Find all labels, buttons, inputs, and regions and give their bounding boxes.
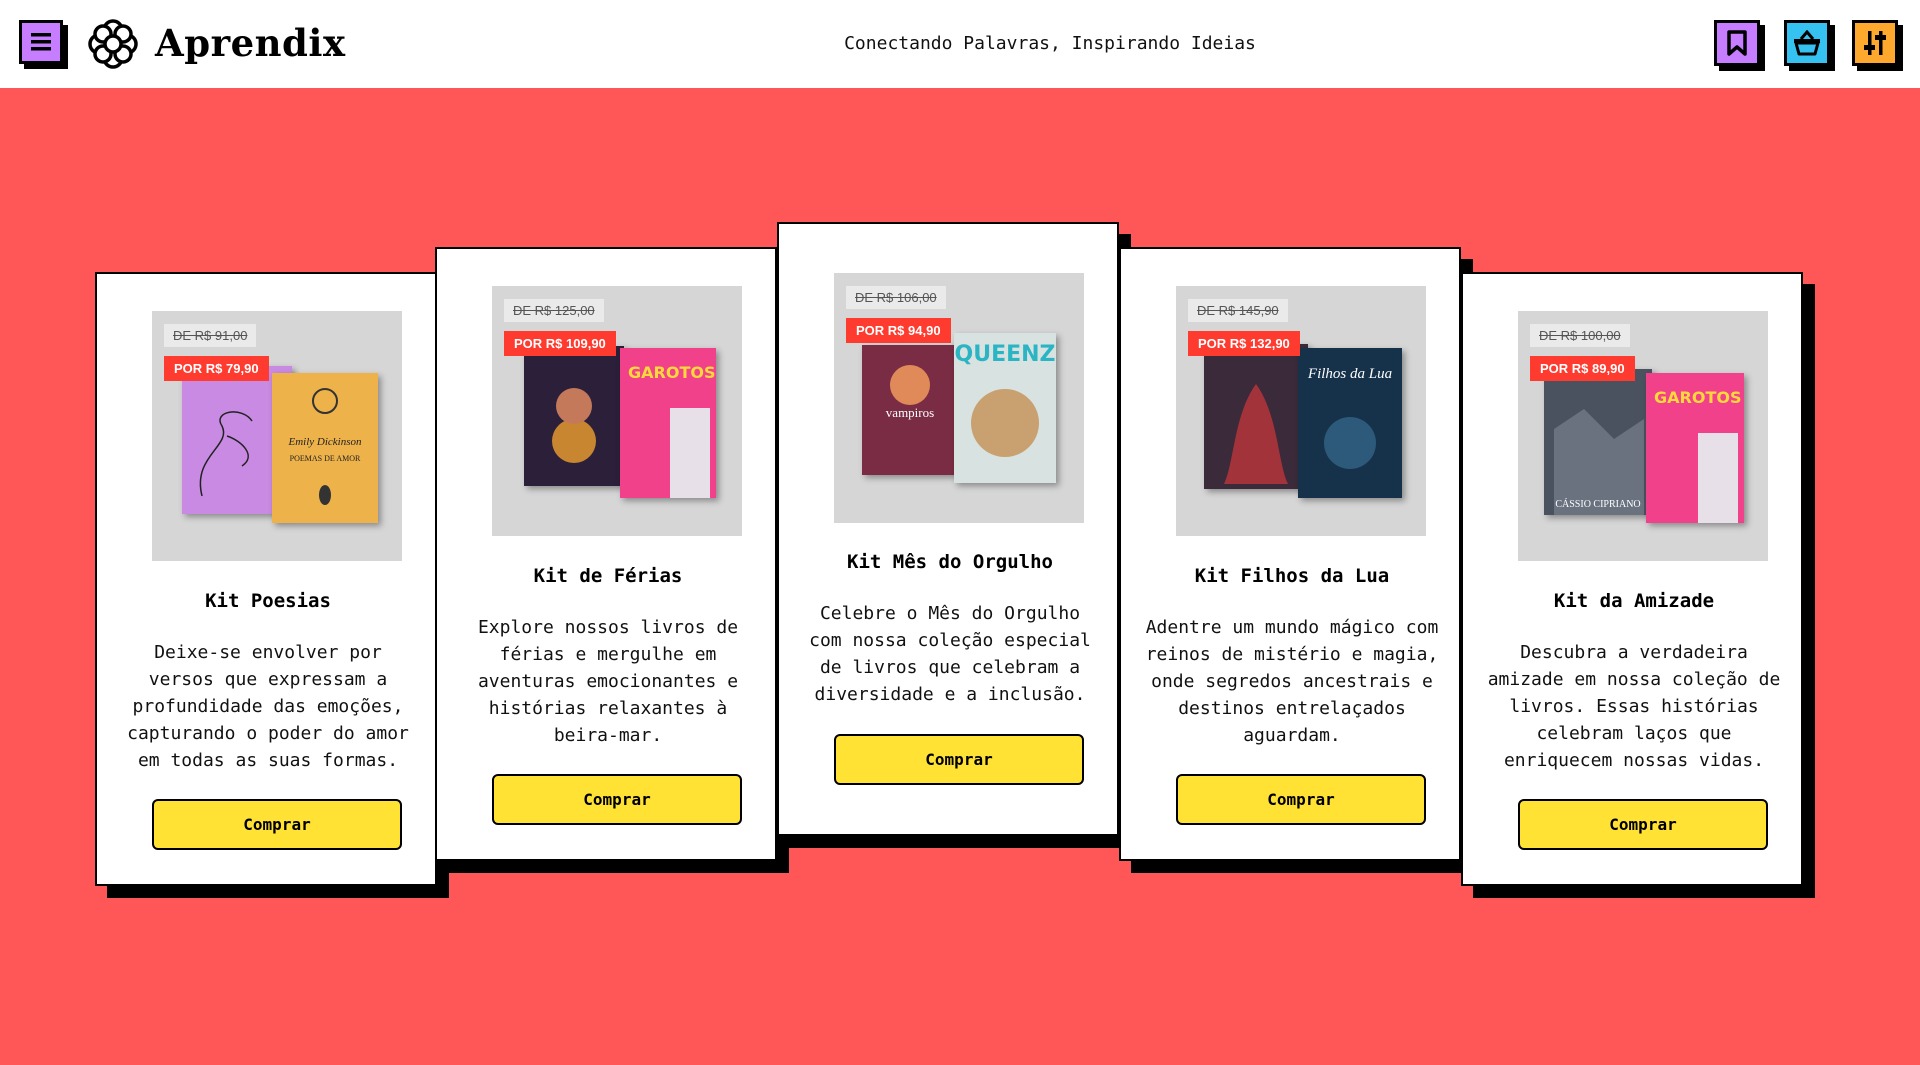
- card-description: Celebre o Mês do Orgulho com nossa coleç…: [809, 603, 1091, 705]
- product-cover[interactable]: Emily Dickinson POEMAS DE AMOR DE R$ 91,…: [152, 311, 402, 561]
- book-cover-image: Filhos da Lua: [1298, 348, 1402, 498]
- card-title: Kit Filhos da Lua: [1194, 565, 1390, 587]
- book-cover-image: vampiros: [862, 345, 958, 475]
- buy-button[interactable]: Comprar: [834, 734, 1084, 785]
- product-cover[interactable]: Filhos da Lua DE R$ 145,90 POR R$ 132,90: [1176, 286, 1426, 536]
- buy-button[interactable]: Comprar: [1176, 774, 1426, 825]
- card-title: Kit da Amizade: [1553, 590, 1715, 612]
- svg-text:Filhos da Lua: Filhos da Lua: [1307, 366, 1392, 382]
- tagline: Conectando Palavras, Inspirando Ideias: [844, 33, 1256, 54]
- svg-text:vampiros: vampiros: [886, 405, 934, 420]
- card-title: Kit de Férias: [533, 565, 683, 587]
- product-card-orgulho: vampiros QUEENZ DE R$ 106,00 POR R$ 94,9…: [777, 222, 1119, 836]
- book-cover-image: [1204, 344, 1308, 489]
- book-cover-image: Emily Dickinson POEMAS DE AMOR: [272, 373, 378, 523]
- card-description: Deixe-se envolver por versos que express…: [127, 642, 409, 771]
- buy-button[interactable]: Comprar: [492, 774, 742, 825]
- card-title: Kit Mês do Orgulho: [847, 551, 1053, 573]
- card-description: Descubra a verdadeira amizade em nossa c…: [1487, 642, 1781, 771]
- top-header: Aprendix Conectando Palavras, Inspirando…: [0, 0, 1920, 88]
- old-price: DE R$ 91,00: [164, 324, 257, 347]
- product-card-poesias: Emily Dickinson POEMAS DE AMOR DE R$ 91,…: [95, 272, 437, 886]
- bookmark-icon: [1727, 30, 1747, 56]
- sale-price-badge: POR R$ 132,90: [1188, 331, 1300, 356]
- sale-price-badge: POR R$ 89,90: [1530, 356, 1635, 381]
- card-description: Explore nossos livros de férias e mergul…: [477, 617, 739, 746]
- product-cover[interactable]: GAROTOS DE R$ 125,00 POR R$ 109,90: [492, 286, 742, 536]
- sale-price-badge: POR R$ 94,90: [846, 318, 951, 343]
- book-cover-image: [524, 346, 624, 486]
- basket-button[interactable]: [1784, 20, 1830, 66]
- settings-button[interactable]: [1852, 20, 1898, 66]
- book-cover-image: GAROTOS: [1646, 373, 1744, 523]
- basket-icon: [1794, 30, 1820, 56]
- svg-text:GAROTOS: GAROTOS: [1654, 388, 1741, 407]
- svg-text:CÁSSIO CIPRIANO: CÁSSIO CIPRIANO: [1555, 498, 1640, 510]
- buy-button[interactable]: Comprar: [1518, 799, 1768, 850]
- product-card-filhos-da-lua: Filhos da Lua DE R$ 145,90 POR R$ 132,90…: [1119, 247, 1461, 861]
- settings-icon: [1864, 31, 1886, 55]
- product-card-ferias: GAROTOS DE R$ 125,00 POR R$ 109,90 Kit d…: [435, 247, 777, 861]
- old-price: DE R$ 145,90: [1188, 299, 1288, 322]
- book-cover-image: GAROTOS: [620, 348, 716, 498]
- bookmark-button[interactable]: [1714, 20, 1760, 66]
- book-cover-image: CÁSSIO CIPRIANO: [1544, 369, 1652, 515]
- old-price: DE R$ 100,00: [1530, 324, 1630, 347]
- product-cover[interactable]: vampiros QUEENZ DE R$ 106,00 POR R$ 94,9…: [834, 273, 1084, 523]
- svg-text:POEMAS DE AMOR: POEMAS DE AMOR: [290, 454, 361, 463]
- svg-text:GAROTOS: GAROTOS: [628, 363, 715, 382]
- buy-button[interactable]: Comprar: [152, 799, 402, 850]
- product-cover[interactable]: CÁSSIO CIPRIANO GAROTOS DE R$ 100,00 POR…: [1518, 311, 1768, 561]
- card-description: Adentre um mundo mágico com reinos de mi…: [1145, 617, 1439, 746]
- old-price: DE R$ 125,00: [504, 299, 604, 322]
- old-price: DE R$ 106,00: [846, 286, 946, 309]
- svg-text:QUEENZ: QUEENZ: [955, 342, 1056, 367]
- product-card-amizade: CÁSSIO CIPRIANO GAROTOS DE R$ 100,00 POR…: [1461, 272, 1803, 886]
- sale-price-badge: POR R$ 79,90: [164, 356, 269, 381]
- card-title: Kit Poesias: [205, 590, 331, 612]
- book-cover-image: QUEENZ: [954, 333, 1056, 483]
- svg-text:Emily Dickinson: Emily Dickinson: [287, 436, 362, 448]
- sale-price-badge: POR R$ 109,90: [504, 331, 616, 356]
